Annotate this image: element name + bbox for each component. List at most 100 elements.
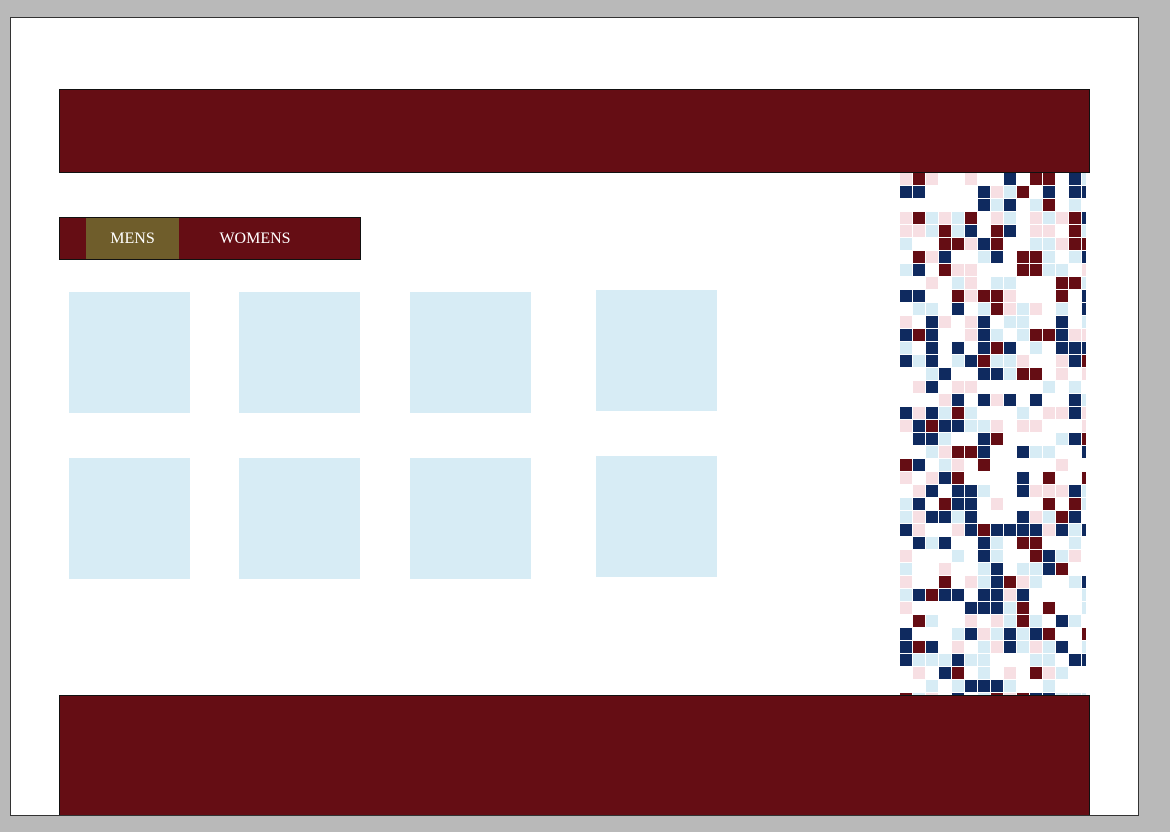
pattern-square [1030, 576, 1042, 588]
pattern-square [900, 420, 912, 432]
pattern-square [1043, 264, 1055, 276]
pattern-square [926, 446, 938, 458]
pattern-square [965, 498, 977, 510]
pattern-square [991, 186, 1003, 198]
pattern-square [939, 420, 951, 432]
pattern-square [1082, 420, 1086, 432]
pattern-square [900, 407, 912, 419]
pattern-square [1082, 355, 1086, 367]
pattern-square [1004, 225, 1016, 237]
pattern-square [1017, 563, 1029, 575]
decorative-pattern-strip [900, 173, 1086, 695]
pattern-square [913, 290, 925, 302]
product-tile[interactable] [69, 292, 190, 413]
product-tile[interactable] [69, 458, 190, 579]
pattern-square [1004, 680, 1016, 692]
pattern-square [1056, 368, 1068, 380]
pattern-square [1030, 511, 1042, 523]
pattern-square [1082, 277, 1086, 289]
pattern-square [1043, 225, 1055, 237]
pattern-square [952, 420, 964, 432]
pattern-square [1082, 602, 1086, 614]
pattern-square [978, 589, 990, 601]
pattern-square [939, 459, 951, 471]
pattern-square [1017, 511, 1029, 523]
pattern-square [965, 628, 977, 640]
pattern-square [1004, 316, 1016, 328]
pattern-square [1082, 524, 1086, 536]
pattern-square [1043, 381, 1055, 393]
pattern-square [965, 654, 977, 666]
pattern-square [900, 264, 912, 276]
product-tile[interactable] [410, 292, 531, 413]
pattern-square [1017, 576, 1029, 588]
pattern-square [1030, 173, 1042, 185]
pattern-square [991, 303, 1003, 315]
pattern-square [900, 602, 912, 614]
pattern-square [1069, 173, 1081, 185]
pattern-square [926, 303, 938, 315]
pattern-square [1017, 303, 1029, 315]
pattern-square [1082, 433, 1086, 445]
pattern-square [900, 498, 912, 510]
pattern-square [991, 251, 1003, 263]
pattern-square [1056, 303, 1068, 315]
pattern-square [900, 225, 912, 237]
pattern-square [965, 329, 977, 341]
pattern-square [1082, 589, 1086, 601]
pattern-square [1056, 238, 1068, 250]
pattern-square [1056, 264, 1068, 276]
pattern-square [1043, 498, 1055, 510]
product-tile[interactable] [410, 458, 531, 579]
pattern-square [939, 407, 951, 419]
pattern-square [952, 485, 964, 497]
pattern-square [1017, 316, 1029, 328]
pattern-square [1030, 654, 1042, 666]
pattern-square [952, 225, 964, 237]
pattern-square [1004, 186, 1016, 198]
product-tile[interactable] [596, 290, 717, 411]
pattern-square [939, 238, 951, 250]
pattern-square [926, 342, 938, 354]
pattern-square [1082, 576, 1086, 588]
pattern-square [913, 433, 925, 445]
pattern-square [1030, 524, 1042, 536]
pattern-square [952, 589, 964, 601]
pattern-square [1030, 342, 1042, 354]
pattern-square [1004, 615, 1016, 627]
pattern-square [913, 615, 925, 627]
pattern-square [939, 225, 951, 237]
pattern-square [926, 277, 938, 289]
pattern-square [926, 537, 938, 549]
pattern-square [1017, 368, 1029, 380]
pattern-square [1069, 485, 1081, 497]
pattern-square [1056, 511, 1068, 523]
pattern-square [939, 212, 951, 224]
product-tile[interactable] [596, 456, 717, 577]
pattern-square [1069, 654, 1081, 666]
pattern-square [1004, 368, 1016, 380]
pattern-square [926, 641, 938, 653]
pattern-square [1004, 277, 1016, 289]
pattern-square [991, 199, 1003, 211]
pattern-square [1056, 407, 1068, 419]
pattern-square [978, 654, 990, 666]
pattern-square [952, 680, 964, 692]
pattern-square [900, 238, 912, 250]
pattern-square [926, 355, 938, 367]
pattern-square [1030, 329, 1042, 341]
pattern-square [978, 563, 990, 575]
tab-womens[interactable]: WOMENS [210, 218, 300, 259]
product-tile[interactable] [239, 292, 360, 413]
pattern-square [900, 641, 912, 653]
pattern-square [1082, 641, 1086, 653]
pattern-square [965, 511, 977, 523]
product-tile[interactable] [239, 458, 360, 579]
pattern-square [1030, 251, 1042, 263]
pattern-square [939, 667, 951, 679]
pattern-square [1056, 433, 1068, 445]
pattern-square [991, 212, 1003, 224]
pattern-square [965, 173, 977, 185]
pattern-square [913, 251, 925, 263]
tab-mens[interactable]: MENS [86, 218, 179, 259]
